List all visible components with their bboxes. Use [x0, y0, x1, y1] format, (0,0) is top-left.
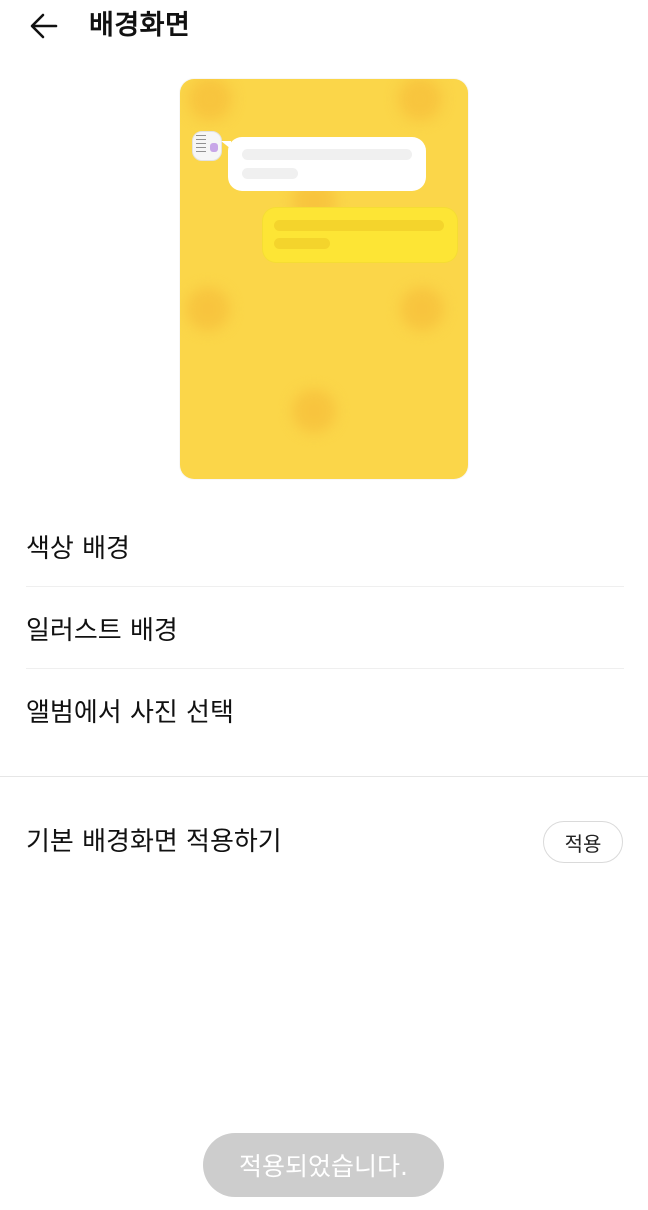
arrow-left-icon [30, 13, 58, 39]
wallpaper-preview [180, 79, 468, 479]
default-background-label: 기본 배경화면 적용하기 [26, 827, 282, 857]
preview-outgoing-bubble [262, 207, 458, 263]
page-title: 배경화면 [89, 10, 191, 41]
album-photo-option[interactable]: 앨범에서 사진 선택 [26, 670, 624, 750]
preview-pattern-dot [188, 79, 232, 121]
preview-incoming-bubble [221, 137, 426, 191]
divider [26, 586, 624, 587]
preview-avatar [192, 131, 222, 161]
menu-item-label: 일러스트 배경 [26, 615, 178, 646]
section-divider [0, 776, 648, 777]
illustration-background-option[interactable]: 일러스트 배경 [26, 588, 624, 668]
preview-pattern-dot [398, 79, 442, 121]
divider [26, 668, 624, 669]
default-background-row: 기본 배경화면 적용하기 적용 [26, 812, 624, 874]
menu-item-label: 색상 배경 [26, 533, 130, 564]
preview-pattern-dot [400, 287, 444, 331]
preview-pattern-dot [292, 389, 336, 433]
preview-pattern-dot [186, 287, 230, 331]
toast-message: 적용되었습니다. [203, 1133, 444, 1197]
menu-item-label: 앨범에서 사진 선택 [26, 697, 234, 728]
back-button[interactable] [26, 8, 62, 44]
apply-button[interactable]: 적용 [543, 821, 623, 863]
color-background-option[interactable]: 색상 배경 [26, 506, 624, 586]
top-bar: 배경화면 [0, 0, 648, 52]
